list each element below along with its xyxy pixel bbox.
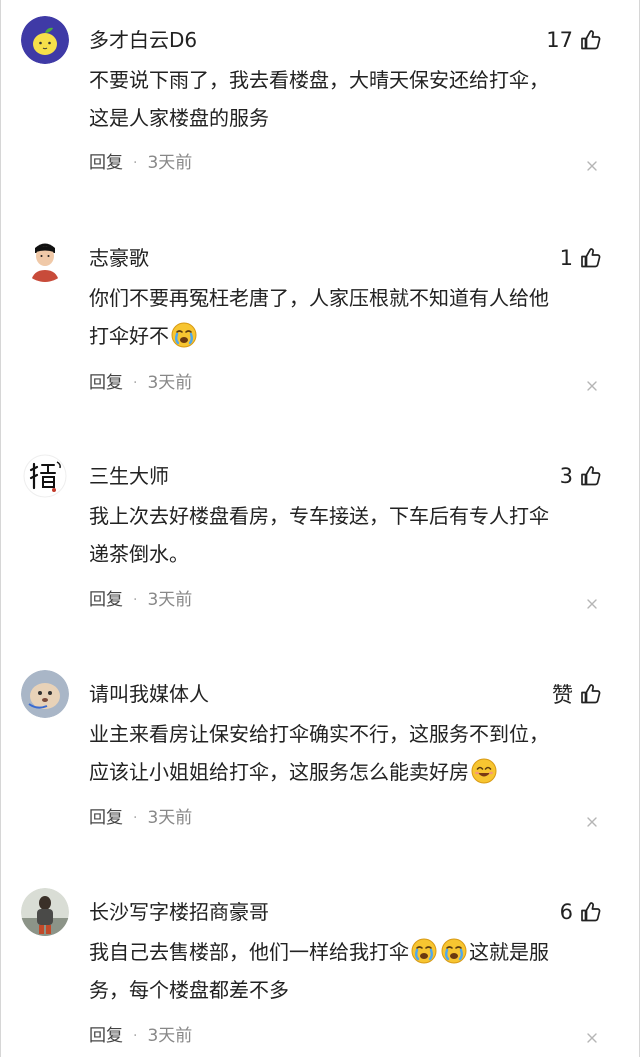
separator-dot: · xyxy=(133,810,138,826)
close-icon[interactable] xyxy=(585,597,599,611)
comment-meta: 回复 · 3天前 xyxy=(89,804,192,832)
like-label: 赞 xyxy=(552,683,573,707)
thumbs-up-icon xyxy=(579,246,603,270)
timestamp: 3天前 xyxy=(147,373,193,393)
like-button[interactable]: 赞 xyxy=(552,670,603,718)
close-icon[interactable] xyxy=(585,379,599,393)
timestamp: 3天前 xyxy=(147,153,193,173)
smiling-face-emoji xyxy=(470,757,498,785)
like-count: 6 xyxy=(559,900,573,924)
like-count: 1 xyxy=(559,246,573,270)
pet-avatar-icon[interactable] xyxy=(21,670,69,718)
comment-text: 业主来看房让保安给打伞确实不行，这服务不到位， 应该让小姐姐给打伞，这服务怎么能… xyxy=(89,715,609,791)
reply-button[interactable]: 回复 xyxy=(89,369,123,397)
close-icon[interactable] xyxy=(585,815,599,829)
crying-face-emoji xyxy=(170,321,198,349)
calligraphy-avatar-icon[interactable] xyxy=(21,452,69,500)
comment-meta: 回复 · 3天前 xyxy=(89,1022,192,1050)
like-button[interactable]: 6 xyxy=(560,888,603,936)
reply-button[interactable]: 回复 xyxy=(89,149,123,177)
comment-text-part: 我自己去售楼部，他们一样给我打伞 xyxy=(89,940,409,964)
comment-text: 我上次去好楼盘看房，专车接送，下车后有专人打伞 递茶倒水。 xyxy=(89,504,549,566)
thumbs-up-icon xyxy=(579,900,603,924)
comment-text: 不要说下雨了，我去看楼盘，大晴天保安还给打伞， 这是人家楼盘的服务 xyxy=(89,68,549,130)
thumbs-up-icon xyxy=(579,682,603,706)
comment-text: 我自己去售楼部，他们一样给我打伞 这就是服 务，每个楼盘都差不多 xyxy=(89,933,609,1009)
photo-avatar-icon[interactable] xyxy=(21,888,69,936)
lemon-avatar-icon[interactable] xyxy=(21,16,69,64)
like-count: 3 xyxy=(559,464,573,488)
username[interactable]: 长沙写字楼招商豪哥 xyxy=(89,888,269,936)
thumbs-up-icon xyxy=(579,464,603,488)
timestamp: 3天前 xyxy=(147,1026,193,1046)
username[interactable]: 请叫我媒体人 xyxy=(89,670,209,718)
like-button[interactable]: 1 xyxy=(560,234,603,282)
reply-button[interactable]: 回复 xyxy=(89,586,123,614)
comment-meta: 回复 · 3天前 xyxy=(89,369,192,397)
username[interactable]: 三生大师 xyxy=(89,452,169,500)
username[interactable]: 志豪歌 xyxy=(89,234,149,282)
username[interactable]: 多才白云D6 xyxy=(89,16,197,64)
like-button[interactable]: 3 xyxy=(560,452,603,500)
close-icon[interactable] xyxy=(585,1031,599,1045)
like-count: 17 xyxy=(546,28,573,52)
comment-meta: 回复 · 3天前 xyxy=(89,149,192,177)
thumbs-up-icon xyxy=(579,28,603,52)
separator-dot: · xyxy=(133,375,138,391)
separator-dot: · xyxy=(133,592,138,608)
separator-dot: · xyxy=(133,1028,138,1044)
like-button[interactable]: 17 xyxy=(546,16,603,64)
reply-button[interactable]: 回复 xyxy=(89,1022,123,1050)
loudly-crying-face-emoji xyxy=(410,937,438,965)
loudly-crying-face-emoji xyxy=(440,937,468,965)
timestamp: 3天前 xyxy=(147,808,193,828)
close-icon[interactable] xyxy=(585,159,599,173)
person-avatar-icon[interactable] xyxy=(21,234,69,282)
comment-text-part: 你们不要再冤枉老唐了，人家压根就不知道有人给他 打伞好不 xyxy=(89,286,549,348)
reply-button[interactable]: 回复 xyxy=(89,804,123,832)
separator-dot: · xyxy=(133,155,138,171)
comment-text: 你们不要再冤枉老唐了，人家压根就不知道有人给他 打伞好不 xyxy=(89,279,609,355)
timestamp: 3天前 xyxy=(147,590,193,610)
comment-meta: 回复 · 3天前 xyxy=(89,586,192,614)
